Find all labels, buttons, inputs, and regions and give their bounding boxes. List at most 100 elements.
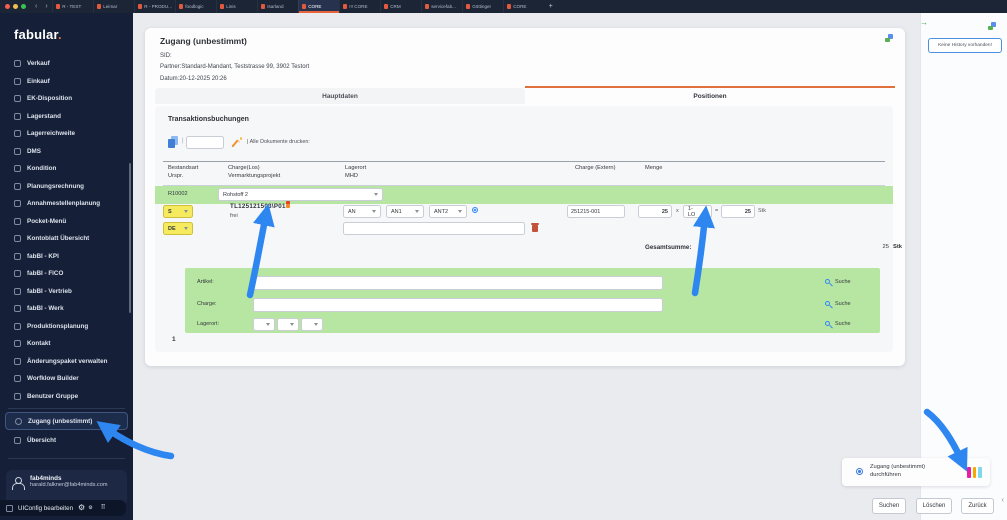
- mhd-input[interactable]: [343, 222, 525, 235]
- charge-extern-input[interactable]: [567, 205, 625, 218]
- times-label: x: [676, 208, 679, 214]
- sidebar-item-benutzer-gruppe[interactable]: Benutzer Gruppe: [0, 388, 133, 406]
- copy-documents-icon[interactable]: [168, 136, 178, 148]
- artikel-suche-link[interactable]: Suche: [835, 279, 851, 285]
- browser-back-icon[interactable]: ‹: [31, 0, 41, 13]
- menge-input[interactable]: [638, 205, 672, 218]
- close-window-icon[interactable]: [5, 4, 10, 9]
- sidebar-item-kondition[interactable]: Kondition: [0, 160, 133, 178]
- print-label-icon[interactable]: [286, 201, 290, 208]
- window-controls: [0, 0, 31, 13]
- sidebar-item-lagerstand[interactable]: Lagerstand: [0, 108, 133, 126]
- lagerstand-icon: [14, 113, 21, 120]
- sidebar-item-fabbi-vertrieb[interactable]: fabBI - Vertrieb: [0, 283, 133, 301]
- article-select[interactable]: Rohstoff 2: [218, 188, 383, 201]
- lagerort-select-2[interactable]: AN1: [386, 205, 424, 218]
- charge-search-input[interactable]: [253, 298, 663, 312]
- sidebar-scrollbar[interactable]: [129, 163, 131, 313]
- sidebar-item-produktionsplanung[interactable]: Produktionsplanung: [0, 318, 133, 336]
- history-empty-message: Keine History vorhanden!: [928, 38, 1002, 53]
- gear-icon[interactable]: ⚙: [78, 504, 85, 512]
- lagerort-search-select-1[interactable]: [253, 318, 275, 331]
- unit-select[interactable]: 1-LO: [683, 205, 712, 218]
- tab-favicon: [261, 4, 266, 9]
- browser-tab[interactable]: R - TEST: [52, 0, 93, 13]
- minimize-window-icon[interactable]: [13, 4, 18, 9]
- browser-tab[interactable]: Isarland: [257, 0, 298, 13]
- print-all-documents-label[interactable]: | Alle Dokumente drucken:: [247, 139, 310, 145]
- tab-hauptdaten[interactable]: Hauptdaten: [155, 88, 525, 104]
- drag-handle-icon[interactable]: ⠿: [101, 505, 106, 512]
- document-count-input[interactable]: [186, 136, 224, 149]
- tab-label: foodlogic: [185, 4, 203, 9]
- suchen-button[interactable]: Suchen: [872, 498, 906, 514]
- sidebar-item-annahmestellenplanung[interactable]: Annahmestellenplanung: [0, 195, 133, 213]
- einkauf-icon: [14, 78, 21, 85]
- new-tab-button[interactable]: +: [544, 0, 558, 13]
- page-number[interactable]: 1: [172, 336, 176, 343]
- sidebar-item-aenderungspaket[interactable]: Änderungspaket verwalten: [0, 353, 133, 371]
- charge-suche-link[interactable]: Suche: [835, 301, 851, 307]
- column-header-menge: Menge: [645, 164, 662, 172]
- tab-favicon: [466, 4, 471, 9]
- sidebar-item-fabbi-werk[interactable]: fabBI - Werk: [0, 300, 133, 318]
- delete-row-icon[interactable]: [532, 225, 538, 232]
- uiconfig-checkbox[interactable]: [6, 505, 13, 512]
- sidebar-item-uebersicht[interactable]: Übersicht: [0, 432, 133, 450]
- dms-icon: [14, 148, 21, 155]
- sidebar-item-dms[interactable]: DMS: [0, 143, 133, 161]
- browser-tab[interactable]: servicefab...: [421, 0, 462, 13]
- lagerort-suche-link[interactable]: Suche: [835, 321, 851, 327]
- positionen-panel: Transaktionsbuchungen | | Alle Dokumente…: [155, 106, 893, 352]
- sidebar-item-kontakt[interactable]: Kontakt: [0, 335, 133, 353]
- section-title: Transaktionsbuchungen: [168, 116, 249, 123]
- datum-label: Datum:20-12-2025 20:26: [160, 76, 227, 82]
- pocket-menu-icon: [14, 218, 21, 225]
- tab-label: !!! CORE: [349, 4, 367, 9]
- lagerort-search-select-3[interactable]: [301, 318, 323, 331]
- sidebar-item-lagerreichweite[interactable]: Lagerreichweite: [0, 125, 133, 143]
- browser-forward-icon[interactable]: ›: [41, 0, 51, 13]
- browser-tab[interactable]: R - PRODU...: [134, 0, 175, 13]
- target-location-icon[interactable]: [472, 207, 478, 213]
- uebersicht-icon: [14, 437, 21, 444]
- sidebar-item-pocket-menu[interactable]: Pocket-Menü: [0, 213, 133, 231]
- browser-tab[interactable]: CORE: [503, 0, 544, 13]
- lagerort-select-1[interactable]: AN: [343, 205, 381, 218]
- page-title: Zugang (unbestimmt): [160, 36, 247, 46]
- total-input[interactable]: [721, 205, 755, 218]
- browser-tab[interactable]: Linis: [216, 0, 257, 13]
- browser-tab[interactable]: Göttinger: [462, 0, 503, 13]
- lagerort-select-3[interactable]: ANT2: [429, 205, 467, 218]
- tab-label: R - TEST: [62, 4, 81, 9]
- loeschen-button[interactable]: Löschen: [916, 498, 952, 514]
- tab-positionen[interactable]: Positionen: [525, 86, 895, 104]
- sidebar-item-fabbi-fico[interactable]: fabBI - FICO: [0, 265, 133, 283]
- color-bars-icon[interactable]: [967, 467, 982, 478]
- sidebar-item-planungsrechnung[interactable]: Planungsrechnung: [0, 178, 133, 196]
- browser-tab[interactable]: foodlogic: [175, 0, 216, 13]
- magic-wand-icon[interactable]: [232, 137, 242, 148]
- artikel-search-input[interactable]: [253, 276, 663, 290]
- browser-tab[interactable]: Leimar: [93, 0, 134, 13]
- charge-status: frei: [230, 213, 238, 219]
- lagerort-search-select-2[interactable]: [277, 318, 299, 331]
- sidebar-item-zugang-unbestimmt[interactable]: Zugang (unbestimmt): [5, 412, 128, 430]
- sidebar-item-workflow-builder[interactable]: Worfklow Builder: [0, 370, 133, 388]
- sidebar-item-fabbi-kpi[interactable]: fabBI - KPI: [0, 248, 133, 266]
- browser-tab-active[interactable]: CORE: [298, 0, 339, 13]
- sidebar-item-ek-disposition[interactable]: EK-Disposition: [0, 90, 133, 108]
- tab-favicon: [343, 4, 348, 9]
- zurueck-button[interactable]: Zurück: [961, 498, 994, 514]
- browser-tab[interactable]: !!! CORE: [339, 0, 380, 13]
- history-forward-icon[interactable]: →: [920, 18, 928, 27]
- sidebar-collapse-icon[interactable]: ‹: [1001, 495, 1004, 504]
- browser-tab[interactable]: CRM: [380, 0, 421, 13]
- sidebar-item-kontoblatt-uebersicht[interactable]: Kontoblatt Übersicht: [0, 230, 133, 248]
- sidebar-item-verkauf[interactable]: Verkauf: [0, 55, 133, 73]
- durchfuehren-radio[interactable]: [856, 468, 863, 475]
- bestandsart-select[interactable]: S: [163, 205, 193, 218]
- sidebar-item-einkauf[interactable]: Einkauf: [0, 73, 133, 91]
- maximize-window-icon[interactable]: [21, 4, 26, 9]
- urspr-select[interactable]: DE: [163, 222, 193, 235]
